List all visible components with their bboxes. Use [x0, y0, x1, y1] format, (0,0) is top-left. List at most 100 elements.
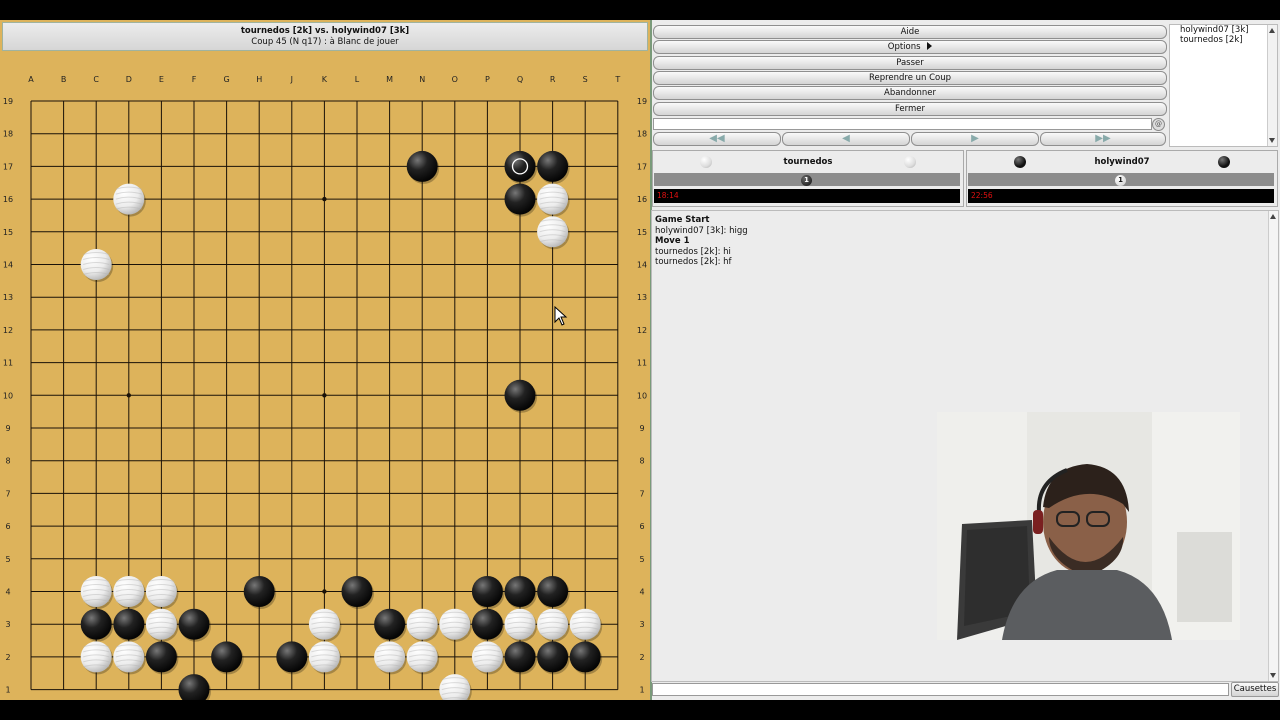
row-label: 8 — [639, 457, 644, 466]
column-label: R — [550, 75, 556, 84]
star-point — [322, 196, 327, 202]
row-label: 13 — [3, 293, 13, 302]
board-pane: tournedos [2k] vs. holywind07 [3k] Coup … — [0, 20, 652, 700]
row-label: 1 — [639, 686, 644, 695]
command-icon[interactable]: @ — [1152, 118, 1165, 131]
black-stone — [471, 608, 503, 640]
players-list-item[interactable]: holywind07 [3k] — [1170, 25, 1277, 35]
column-label: J — [290, 75, 293, 84]
white-clock: 18:14 — [654, 189, 960, 203]
resign-button[interactable]: Abandonner — [653, 86, 1167, 100]
command-input[interactable] — [653, 118, 1152, 130]
black-stone — [504, 150, 536, 182]
options-label: Options — [887, 42, 921, 52]
board-stones — [80, 150, 603, 700]
column-label: G — [223, 75, 229, 84]
row-label: 19 — [637, 97, 647, 106]
column-label: T — [614, 75, 620, 84]
black-stone — [374, 608, 406, 640]
star-point — [126, 393, 131, 398]
row-label: 6 — [5, 522, 10, 531]
black-stone — [80, 608, 112, 640]
pass-button[interactable]: Passer — [653, 56, 1167, 70]
column-label: K — [322, 75, 328, 84]
black-stone-icon — [1218, 156, 1230, 168]
chat-send-button[interactable]: Causettes — [1231, 682, 1279, 697]
column-label: B — [61, 75, 67, 84]
submenu-arrow-icon — [927, 42, 933, 50]
black-stone — [406, 150, 438, 182]
board-header: tournedos [2k] vs. holywind07 [3k] Coup … — [2, 22, 648, 51]
game-title: tournedos [2k] vs. holywind07 [3k] — [240, 26, 410, 36]
black-stone — [178, 608, 210, 640]
row-label: 16 — [3, 195, 13, 204]
go-board[interactable]: AABBCCDDEEFFGGHHJJKKLLMMNNOOPPQQRRSSTT19… — [0, 50, 650, 700]
column-label: C — [93, 75, 99, 84]
nav-prev-button[interactable]: ◀ — [782, 132, 910, 146]
row-label: 18 — [3, 130, 13, 139]
black-stone — [504, 183, 536, 215]
options-button[interactable]: Options — [653, 40, 1167, 54]
row-label: 15 — [3, 228, 13, 237]
scroll-up-icon[interactable] — [1269, 28, 1275, 33]
players-list-item[interactable]: tournedos [2k] — [1170, 35, 1277, 45]
row-label: 15 — [637, 228, 647, 237]
row-label: 14 — [637, 261, 647, 270]
row-label: 11 — [637, 359, 647, 368]
players-scrollbar[interactable] — [1267, 25, 1277, 146]
undo-button[interactable]: Reprendre un Coup — [653, 71, 1167, 85]
nav-next-button[interactable]: ▶ — [911, 132, 1039, 146]
row-label: 4 — [639, 588, 644, 597]
row-label: 3 — [5, 620, 10, 629]
row-label: 5 — [5, 555, 10, 564]
chat-line: Game Start — [655, 215, 710, 225]
webcam-overlay — [937, 412, 1240, 640]
column-label: F — [192, 75, 197, 84]
close-button[interactable]: Fermer — [653, 102, 1167, 116]
row-label: 4 — [5, 588, 10, 597]
column-label: Q — [517, 75, 523, 84]
nav-last-button[interactable]: ▶▶ — [1040, 132, 1166, 146]
row-label: 17 — [637, 162, 647, 171]
row-label: 6 — [639, 522, 644, 531]
column-label: O — [452, 75, 458, 84]
black-stone — [537, 150, 569, 182]
help-button[interactable]: Aide — [653, 25, 1167, 39]
row-label: 11 — [3, 359, 13, 368]
black-stone — [341, 576, 373, 607]
row-label: 2 — [639, 653, 644, 662]
go-client-window: tournedos [2k] vs. holywind07 [3k] Coup … — [0, 20, 1280, 700]
scroll-down-icon[interactable] — [1269, 138, 1275, 143]
nav-first-button[interactable]: ◀◀ — [653, 132, 781, 146]
black-stone — [504, 576, 536, 607]
column-label: L — [355, 75, 360, 84]
players-list: holywind07 [3k] tournedos [2k] — [1169, 24, 1278, 147]
row-label: 12 — [3, 326, 13, 335]
white-captures-count: 1 — [801, 175, 812, 186]
row-label: 3 — [639, 620, 644, 629]
row-label: 7 — [639, 489, 644, 498]
scroll-up-icon[interactable] — [1270, 214, 1276, 219]
row-label: 7 — [5, 489, 10, 498]
black-stone — [504, 641, 536, 673]
row-label: 12 — [637, 326, 647, 335]
row-label: 5 — [639, 555, 644, 564]
black-stone — [504, 379, 536, 411]
column-label: A — [28, 75, 34, 84]
black-clock: 22:56 — [968, 189, 1274, 203]
chat-scrollbar[interactable] — [1268, 211, 1278, 681]
chat-input[interactable] — [652, 683, 1229, 696]
row-label: 9 — [5, 424, 10, 433]
chat-line: tournedos [2k]: hi — [655, 246, 731, 257]
scroll-down-icon[interactable] — [1270, 673, 1276, 678]
black-stone — [276, 641, 308, 673]
row-label: 8 — [5, 457, 10, 466]
black-stone — [537, 576, 569, 607]
black-stone — [243, 576, 275, 607]
chat-line: tournedos [2k]: hf — [655, 257, 732, 267]
row-label: 9 — [639, 424, 644, 433]
black-stone — [211, 641, 243, 673]
black-stone — [569, 641, 601, 673]
black-player-name: holywind07 — [1094, 157, 1150, 167]
star-point — [322, 589, 327, 594]
